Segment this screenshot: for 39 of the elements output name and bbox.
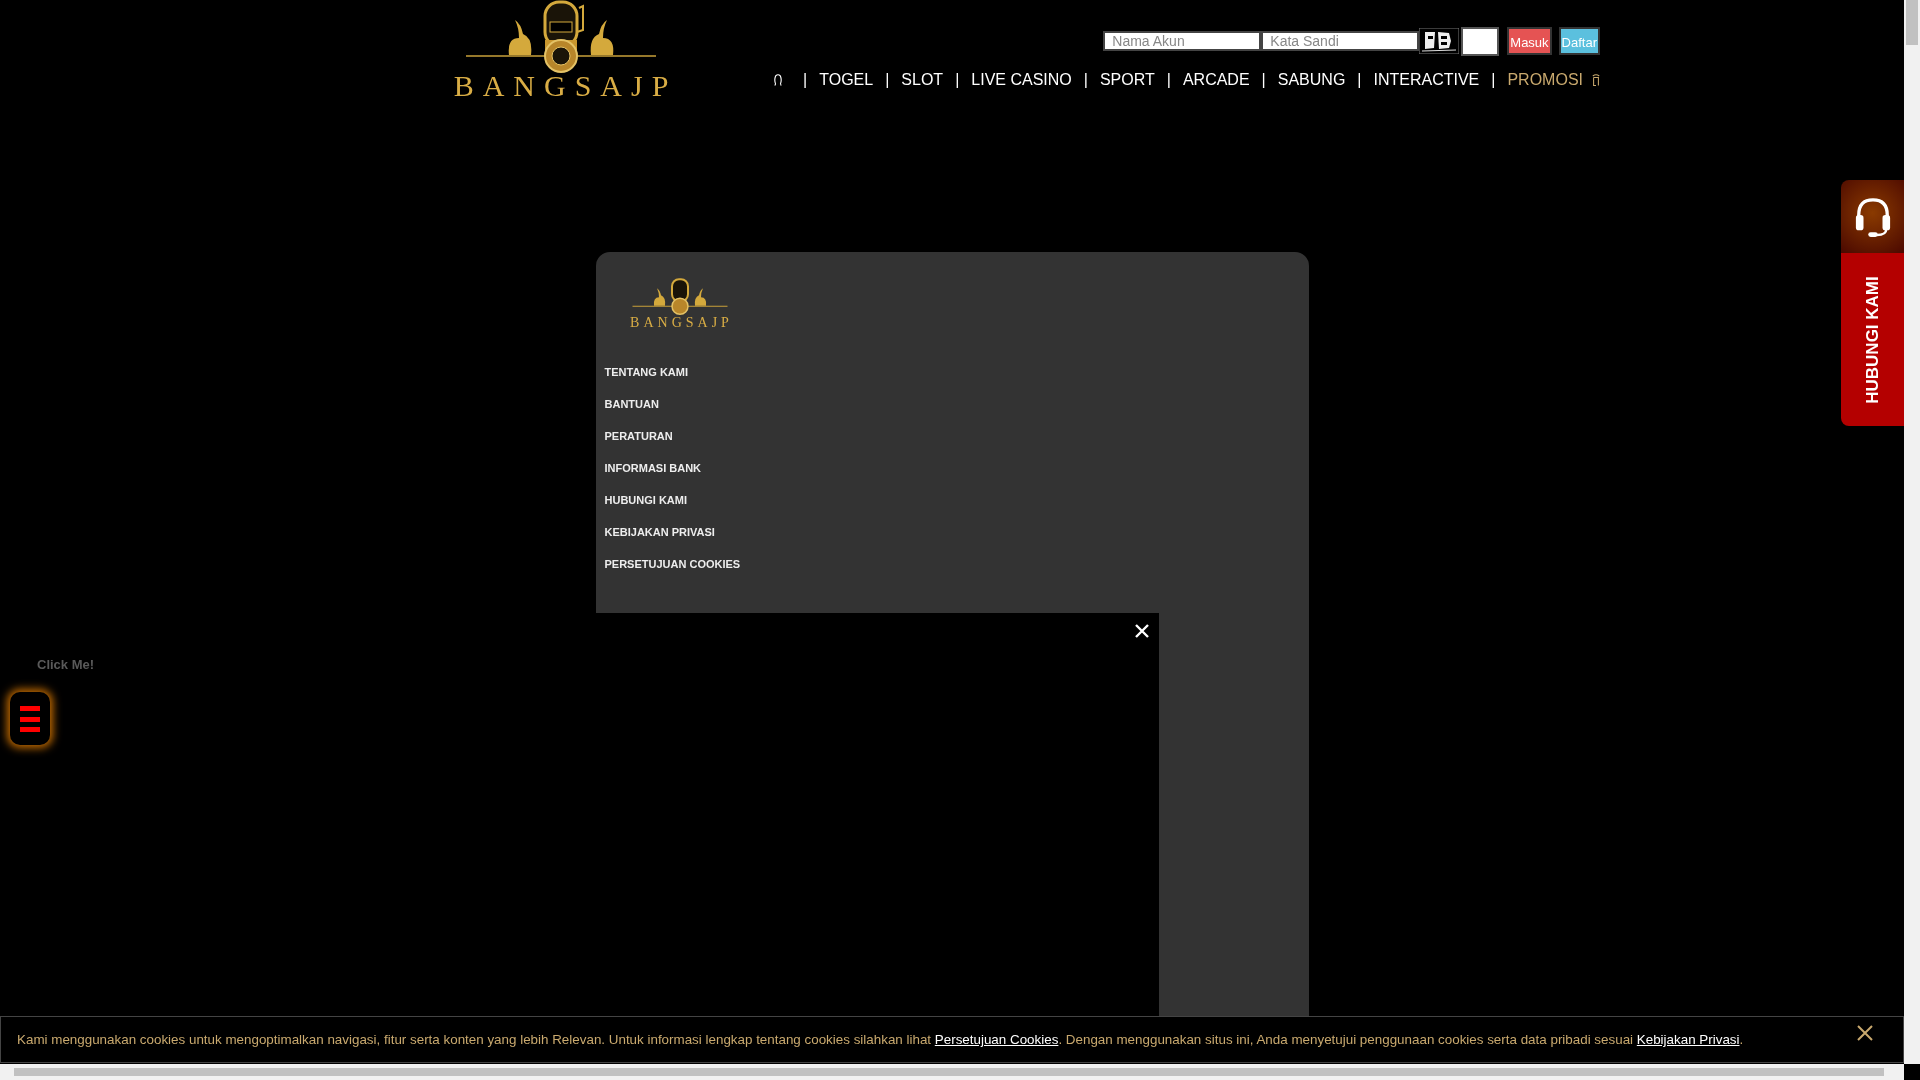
nav-link[interactable]: SLOT: [901, 71, 944, 89]
footer-link[interactable]: BANTUAN: [604, 398, 659, 411]
separator: |: [1165, 71, 1172, 89]
close-icon[interactable]: [1857, 1025, 1873, 1041]
cookie-link[interactable]: Kebijakan Privasi: [1636, 1032, 1740, 1047]
menu-icon: [20, 705, 40, 732]
nav-link[interactable]: LIVE CASINO: [971, 71, 1072, 89]
nav-link[interactable]: INTERACTIVE: [1373, 71, 1480, 89]
login-button[interactable]: Masuk: [1507, 27, 1552, 55]
footer-link[interactable]: TENTANG KAMI: [604, 366, 688, 379]
separator: |: [884, 71, 891, 89]
username-field[interactable]: Nama Akun: [1103, 31, 1262, 51]
password-field[interactable]: Kata Sandi: [1261, 31, 1420, 51]
separator: |: [802, 71, 809, 89]
nav-link[interactable]: PROMOSI: [1507, 71, 1583, 89]
footer-link[interactable]: INFORMASI BANK: [604, 462, 702, 475]
menu-button[interactable]: [10, 692, 50, 745]
contact-label: HUBUNGI KAMI: [1862, 275, 1883, 404]
separator: |: [1260, 71, 1267, 89]
headset-icon: [1853, 195, 1892, 238]
nav-link[interactable]: SABUNG: [1277, 71, 1346, 89]
separator: |: [1356, 71, 1363, 89]
nav-link[interactable]: TOGEL: [819, 71, 874, 89]
click-me-label: Click Me!: [37, 657, 95, 672]
separator: |: [1082, 71, 1089, 89]
footer-link[interactable]: PERATURAN: [604, 430, 673, 443]
separator: |: [954, 71, 961, 89]
logo-text: BANGSAJP: [629, 316, 733, 330]
footer-link[interactable]: PERSETUJUAN COOKIES: [604, 558, 741, 571]
logo-text: BANGSAJP: [452, 71, 678, 101]
footer-link[interactable]: HUBUNGI KAMI: [604, 494, 687, 507]
captcha-field[interactable]: [1461, 26, 1500, 56]
cookie-notice: Kami menggunakan cookies untuk mengoptimalkan navigasi, fitur serta konten yang lebih Relevan. Untuk informasi lengkap tentang cookies silahkan lihat Persetujuan Cookies. Dengan menggunakan situs ini, Anda menyetujui penggunaan cookies serta data pribadi sesuai Kebijakan Privasi.: [17, 1032, 1744, 1047]
scrollbar[interactable]: [0, 1064, 1904, 1080]
scrollbar[interactable]: [1904, 0, 1920, 1064]
footer-link[interactable]: KEBIJAKAN PRIVASI: [604, 526, 715, 539]
separator: |: [1490, 71, 1497, 89]
nav-link[interactable]: ARCADE: [1182, 71, 1250, 89]
nav-link[interactable]: SPORT: [1099, 71, 1155, 89]
